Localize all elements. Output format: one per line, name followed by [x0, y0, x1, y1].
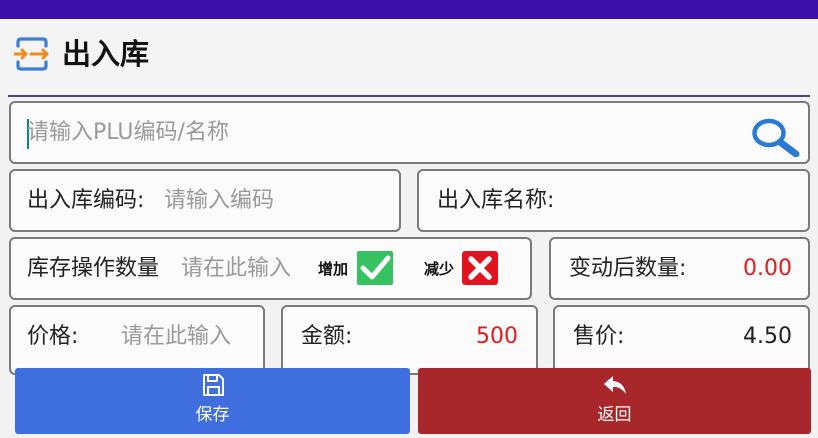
- code-label: 出入库编码:: [27, 188, 145, 213]
- price-field[interactable]: 价格: 请在此输入: [9, 305, 265, 375]
- search-icon[interactable]: [750, 115, 800, 157]
- amount-field: 金额: 500: [281, 305, 538, 375]
- name-field[interactable]: 出入库名称:: [417, 169, 810, 232]
- after-quantity-field: 变动后数量: 0.00: [549, 237, 810, 300]
- amount-label: 金额:: [301, 324, 353, 349]
- close-icon: [468, 256, 492, 280]
- page-title: 出入库: [62, 37, 150, 71]
- floppy-disk-icon: [202, 374, 224, 396]
- search-input[interactable]: 请输入PLU编码/名称: [9, 101, 810, 164]
- transfer-arrows-icon: [14, 37, 49, 71]
- quantity-field[interactable]: 库存操作数量 请在此输入 增加 减少: [9, 237, 532, 300]
- price-label: 价格:: [27, 324, 79, 349]
- save-button[interactable]: 保存: [15, 368, 410, 434]
- save-button-label: 保存: [195, 405, 230, 425]
- title-bar: 出入库: [0, 19, 818, 95]
- code-placeholder: 请输入编码: [164, 188, 275, 213]
- sale-price-value: 4.50: [743, 324, 792, 349]
- status-bar: [0, 0, 818, 19]
- decrease-label: 减少: [424, 260, 455, 278]
- quantity-placeholder: 请在此输入: [181, 256, 292, 281]
- header-divider: [8, 95, 810, 97]
- check-icon: [360, 255, 391, 280]
- decrease-toggle[interactable]: [462, 251, 498, 285]
- sale-price-field[interactable]: 售价: 4.50: [553, 305, 810, 375]
- sale-price-label: 售价:: [573, 324, 625, 349]
- after-quantity-value: 0.00: [743, 256, 792, 281]
- amount-value: 500: [476, 324, 518, 349]
- increase-label: 增加: [318, 260, 349, 278]
- price-placeholder: 请在此输入: [121, 324, 232, 349]
- after-quantity-label: 变动后数量:: [569, 256, 687, 281]
- increase-toggle[interactable]: [357, 251, 393, 285]
- name-label: 出入库名称:: [437, 188, 555, 213]
- back-button-label: 返回: [597, 405, 632, 425]
- quantity-label: 库存操作数量: [27, 256, 160, 281]
- back-button[interactable]: 返回: [418, 368, 811, 434]
- search-placeholder: 请输入PLU编码/名称: [27, 120, 229, 145]
- code-field[interactable]: 出入库编码: 请输入编码: [9, 169, 401, 232]
- reply-arrow-icon: [603, 376, 626, 394]
